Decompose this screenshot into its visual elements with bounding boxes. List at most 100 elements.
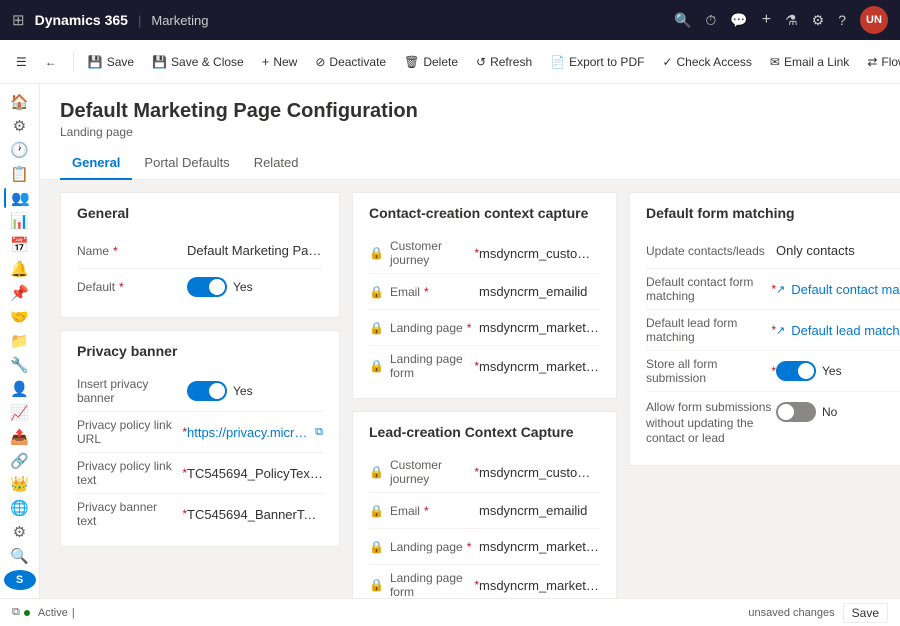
field-name-value[interactable]: Default Marketing Page ... — [187, 243, 323, 258]
field-privacy-link-text-value[interactable]: TC545694_PolicyText_Rng — [187, 466, 323, 481]
sidebar-item-contacts[interactable]: 👥 — [4, 188, 36, 208]
deactivate-button[interactable]: ⊘ Deactivate — [307, 51, 394, 73]
check-icon: ✓ — [662, 55, 672, 69]
field-lc-landing-form: 🔒 Landing page form * msdyncrm_marketing… — [369, 565, 600, 598]
tab-portal-defaults[interactable]: Portal Defaults — [132, 147, 241, 180]
field-lc-cj-value[interactable]: msdyncrm_customerjo... — [479, 465, 600, 480]
sidebar-item-globe[interactable]: 🌐 — [4, 498, 36, 518]
tab-related[interactable]: Related — [242, 147, 311, 180]
sidebar-item-recent[interactable]: 🕐 — [4, 140, 36, 160]
insert-privacy-toggle[interactable]: Yes — [187, 381, 253, 401]
sidebar-item-user-s[interactable]: S — [4, 570, 36, 590]
page-title: Default Marketing Page Configuration — [60, 100, 880, 123]
allow-forms-toggle[interactable]: No — [776, 402, 837, 422]
help-icon[interactable]: ? — [838, 12, 846, 28]
default-toggle[interactable]: Yes — [187, 277, 253, 297]
store-forms-toggle-label: Yes — [822, 364, 842, 378]
user-avatar[interactable]: UN — [860, 6, 888, 34]
sidebar-item-export[interactable]: 📤 — [4, 427, 36, 447]
field-cc-landing-form: 🔒 Landing page form * msdyncrm_marketing… — [369, 346, 600, 386]
field-privacy-banner-text-label: Privacy banner text * — [77, 500, 187, 528]
page-icon: ⧉ — [12, 606, 20, 619]
help-chat-icon[interactable]: 💬 — [730, 12, 747, 29]
field-lc-email-value[interactable]: msdyncrm_emailid — [479, 503, 600, 518]
export-pdf-button[interactable]: 📄 Export to PDF — [542, 51, 652, 73]
sidebar-item-files[interactable]: 📁 — [4, 331, 36, 351]
status-bar: ⧉ Active | unsaved changes Save — [0, 598, 900, 626]
store-forms-toggle-track[interactable] — [776, 361, 816, 381]
save-close-button[interactable]: 💾 Save & Close — [144, 51, 252, 73]
add-icon[interactable]: + — [762, 11, 771, 29]
field-cc-lp-value[interactable]: msdyncrm_marketingp... — [479, 320, 600, 335]
field-cfm-value[interactable]: Default contact mat... — [791, 282, 900, 297]
field-lc-lp-label: 🔒 Landing page * — [369, 540, 479, 554]
save-icon: 💾 — [88, 55, 103, 69]
new-button[interactable]: + New — [254, 50, 306, 73]
field-lc-lf-value[interactable]: msdyncrm_marketingf... — [479, 578, 600, 593]
external-link-icon: ⧉ — [315, 426, 323, 439]
save-button[interactable]: 💾 Save — [80, 51, 142, 73]
field-privacy-banner-text: Privacy banner text * TC545694_BannerTex… — [77, 494, 323, 534]
tab-general[interactable]: General — [60, 147, 132, 180]
field-cc-email: 🔒 Email * msdyncrm_emailid — [369, 274, 600, 310]
check-access-button[interactable]: ✓ Check Access — [654, 51, 759, 73]
insert-privacy-toggle-track[interactable] — [187, 381, 227, 401]
default-toggle-knob — [209, 279, 225, 295]
field-lfm-label: Default lead form matching * — [646, 316, 776, 344]
sidebar-item-calendar[interactable]: 📅 — [4, 235, 36, 255]
default-toggle-track[interactable] — [187, 277, 227, 297]
allow-forms-toggle-label: No — [822, 405, 837, 419]
sidebar-item-config[interactable]: ⚙ — [4, 522, 36, 542]
field-cc-cj-value[interactable]: msdyncrm_customerjo... — [479, 246, 600, 261]
flow-button[interactable]: ⇄ Flow ▾ — [859, 51, 900, 73]
status-text: Active — [38, 607, 68, 619]
sidebar-item-partner[interactable]: 🤝 — [4, 307, 36, 327]
field-lc-lp-value[interactable]: msdyncrm_marketingp... — [479, 539, 600, 554]
sidebar-item-reports[interactable]: 📈 — [4, 403, 36, 423]
sidebar-item-search[interactable]: 🔍 — [4, 546, 36, 566]
allow-forms-toggle-track[interactable] — [776, 402, 816, 422]
sidebar-item-alerts[interactable]: 🔔 — [4, 259, 36, 279]
left-sidebar: 🏠 ⚙ 🕐 📋 👥 📊 📅 🔔 📌 🤝 📁 🔧 👤 📈 📤 🔗 👑 🌐 ⚙ 🔍 … — [0, 84, 40, 598]
back-button[interactable]: ← — [37, 51, 65, 73]
sidebar-item-links[interactable]: 🔗 — [4, 451, 36, 471]
refresh-button[interactable]: ↺ Refresh — [468, 51, 540, 73]
sidebar-item-tasks[interactable]: 📋 — [4, 164, 36, 184]
page-header: Default Marketing Page Configuration Lan… — [40, 84, 900, 147]
hamburger-button[interactable]: ☰ — [8, 51, 35, 73]
sidebar-item-analytics[interactable]: 📊 — [4, 212, 36, 232]
status-save-label: Save — [852, 606, 879, 620]
lock-icon-6: 🔒 — [369, 504, 384, 518]
brand-separator: | — [138, 13, 141, 28]
sidebar-item-profile[interactable]: 👤 — [4, 379, 36, 399]
field-update-contacts: Update contacts/leads Only contacts — [646, 233, 900, 269]
app-grid-icon[interactable]: ⊞ — [12, 11, 25, 29]
field-privacy-banner-text-value[interactable]: TC545694_BannerText_TjO — [187, 507, 323, 522]
field-cc-lf-value[interactable]: msdyncrm_marketingf... — [479, 359, 600, 374]
clock-icon[interactable]: ⏱ — [705, 12, 716, 29]
email-link-button[interactable]: ✉ Email a Link — [762, 51, 857, 73]
field-lc-email-label: 🔒 Email * — [369, 504, 479, 518]
sidebar-item-home[interactable]: 🏠 — [4, 92, 36, 112]
status-save-button[interactable]: Save — [843, 603, 888, 623]
filter-icon[interactable]: ⚗ — [785, 12, 798, 29]
field-cc-email-value[interactable]: msdyncrm_emailid — [479, 284, 600, 299]
sidebar-item-pin[interactable]: 📌 — [4, 283, 36, 303]
sidebar-item-tools[interactable]: 🔧 — [4, 355, 36, 375]
dfm-title: Default form matching — [646, 205, 900, 221]
sidebar-item-settings[interactable]: ⚙ — [4, 116, 36, 136]
store-forms-toggle[interactable]: Yes — [776, 361, 842, 381]
search-icon[interactable]: 🔍 — [674, 12, 691, 29]
delete-button[interactable]: 🗑 Delete — [396, 51, 466, 73]
field-lc-email: 🔒 Email * msdyncrm_emailid — [369, 493, 600, 529]
field-afs-label: Allow form submissions without updating … — [646, 400, 776, 447]
main-content: Default Marketing Page Configuration Lan… — [40, 84, 900, 598]
status-dot — [24, 610, 30, 616]
settings-icon[interactable]: ⚙ — [812, 12, 825, 29]
main-layout: 🏠 ⚙ 🕐 📋 👥 📊 📅 🔔 📌 🤝 📁 🔧 👤 📈 📤 🔗 👑 🌐 ⚙ 🔍 … — [0, 84, 900, 598]
field-lfm-value[interactable]: Default lead matchi... — [791, 323, 900, 338]
contact-creation-card: Contact-creation context capture 🔒 Custo… — [352, 192, 617, 399]
middle-column: Contact-creation context capture 🔒 Custo… — [352, 192, 617, 598]
sidebar-item-admin[interactable]: 👑 — [4, 475, 36, 495]
brand-name: Dynamics 365 — [35, 12, 128, 28]
